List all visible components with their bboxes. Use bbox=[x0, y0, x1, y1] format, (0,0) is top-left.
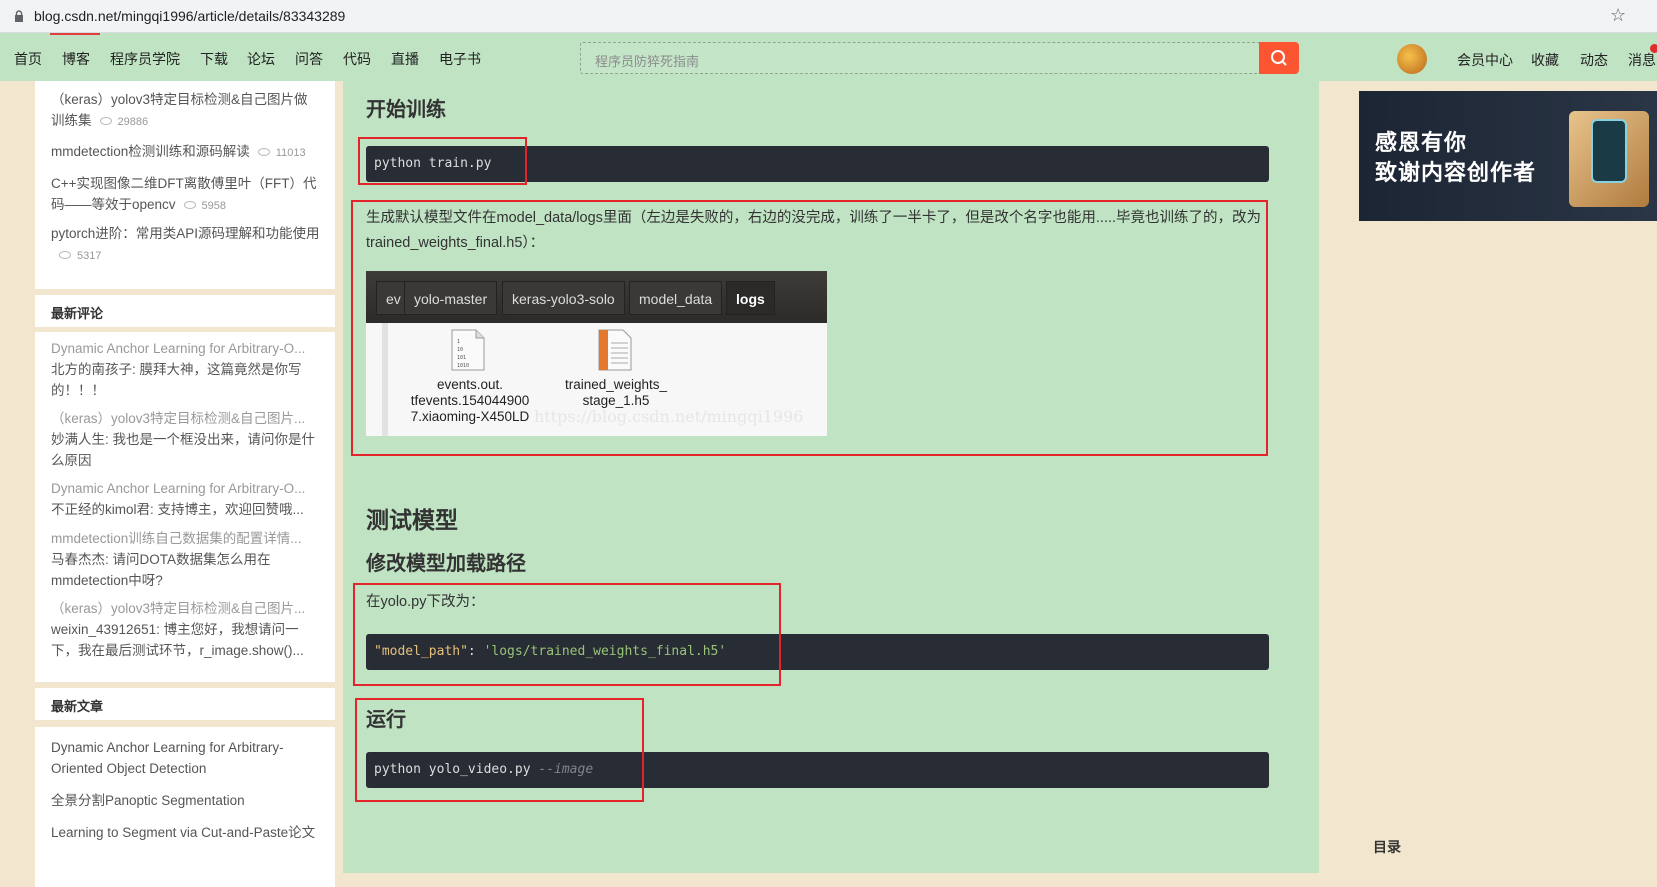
hot-article-item[interactable]: mmdetection检测训练和源码解读 11013 bbox=[51, 141, 321, 164]
highlight-box bbox=[355, 698, 644, 802]
highlight-box bbox=[358, 137, 527, 185]
nav-item-home[interactable]: 首页 bbox=[14, 49, 42, 69]
lock-icon bbox=[15, 10, 23, 22]
message-badge bbox=[1650, 44, 1657, 53]
nav-item-code[interactable]: 代码 bbox=[343, 49, 371, 69]
comment-item[interactable]: mmdetection训练自己数据集的配置详情... 马春杰杰: 请问DOTA数… bbox=[51, 528, 321, 591]
recent-title: 最新文章 bbox=[51, 699, 104, 714]
comment-item[interactable]: Dynamic Anchor Learning for Arbitrary-O.… bbox=[51, 338, 321, 401]
nav-vip-center[interactable]: 会员中心 bbox=[1457, 50, 1513, 70]
eye-icon bbox=[59, 251, 71, 260]
nav-activity[interactable]: 动态 bbox=[1580, 50, 1608, 70]
nav-item-forum[interactable]: 论坛 bbox=[247, 49, 275, 69]
eye-icon bbox=[183, 201, 196, 210]
search-button[interactable] bbox=[1259, 42, 1299, 74]
active-tab-indicator bbox=[50, 33, 100, 35]
recent-header: 最新文章 bbox=[35, 688, 335, 720]
toc-title: 目录 bbox=[1373, 839, 1401, 855]
heading-start-training: 开始训练 bbox=[366, 99, 446, 121]
creator-thanks-banner[interactable]: 感恩有你 致谢内容创作者 bbox=[1359, 91, 1657, 221]
heading-modify-path: 修改模型加载路径 bbox=[366, 553, 526, 575]
nav-item-academy[interactable]: 程序员学院 bbox=[110, 49, 180, 69]
comments-header: 最新评论 bbox=[35, 295, 335, 327]
avatar[interactable] bbox=[1397, 44, 1427, 74]
comment-item[interactable]: （keras）yolov3特定目标检测&自己图片... 妙满人生: 我也是一个框… bbox=[51, 408, 321, 471]
banner-line-1: 感恩有你 bbox=[1375, 130, 1468, 155]
phone-image bbox=[1591, 119, 1627, 183]
comments-card: Dynamic Anchor Learning for Arbitrary-O.… bbox=[35, 332, 335, 682]
heading-test-model: 测试模型 bbox=[366, 507, 458, 533]
hot-article-item[interactable]: pytorch进阶：常用类API源码理解和功能使用5317 bbox=[51, 223, 321, 267]
comment-item[interactable]: Dynamic Anchor Learning for Arbitrary-O.… bbox=[51, 478, 321, 520]
hot-articles-card: （keras）yolov3特定目标检测&自己图片做训练集 29886 mmdete… bbox=[35, 81, 335, 289]
address-bar[interactable]: blog.csdn.net/mingqi1996/article/details… bbox=[0, 0, 1657, 33]
nav-item-ebook[interactable]: 电子书 bbox=[439, 49, 481, 69]
nav-item-download[interactable]: 下载 bbox=[200, 49, 228, 69]
search-input[interactable]: 程序员防猝死指南 bbox=[580, 42, 1260, 74]
highlight-box bbox=[351, 200, 1268, 456]
recent-card: Dynamic Anchor Learning for Arbitrary-Or… bbox=[35, 727, 335, 887]
nav-favorites[interactable]: 收藏 bbox=[1531, 50, 1559, 70]
url-text[interactable]: blog.csdn.net/mingqi1996/article/details… bbox=[34, 8, 345, 24]
recent-article-item[interactable]: 全景分割Panoptic Segmentation bbox=[51, 790, 326, 811]
article-content: 开始训练 python train.py 生成默认模型文件在model_data… bbox=[343, 81, 1319, 873]
nav-item-blog[interactable]: 博客 bbox=[62, 49, 90, 69]
highlight-box bbox=[353, 583, 781, 686]
comments-title: 最新评论 bbox=[51, 306, 104, 321]
recent-article-item[interactable]: Learning to Segment via Cut-and-Paste论文 bbox=[51, 822, 326, 843]
banner-line-2: 致谢内容创作者 bbox=[1375, 160, 1537, 185]
hot-article-item[interactable]: C++实现图像二维DFT离散傅里叶（FFT）代码——等效于opencv 5958 bbox=[51, 173, 321, 217]
search-icon bbox=[1271, 50, 1287, 66]
comment-item[interactable]: （keras）yolov3特定目标检测&自己图片... weixin_43912… bbox=[51, 598, 321, 661]
bookmark-star-icon[interactable]: ☆ bbox=[1610, 5, 1626, 26]
eye-icon bbox=[99, 117, 112, 126]
recent-article-item[interactable]: Dynamic Anchor Learning for Arbitrary-Or… bbox=[51, 737, 326, 779]
nav-messages[interactable]: 消息 bbox=[1628, 50, 1656, 70]
eye-icon bbox=[257, 148, 270, 157]
nav-item-qa[interactable]: 问答 bbox=[295, 49, 323, 69]
nav-item-live[interactable]: 直播 bbox=[391, 49, 419, 69]
hot-article-item[interactable]: （keras）yolov3特定目标检测&自己图片做训练集 29886 bbox=[51, 89, 321, 133]
search-placeholder: 程序员防猝死指南 bbox=[595, 54, 700, 69]
